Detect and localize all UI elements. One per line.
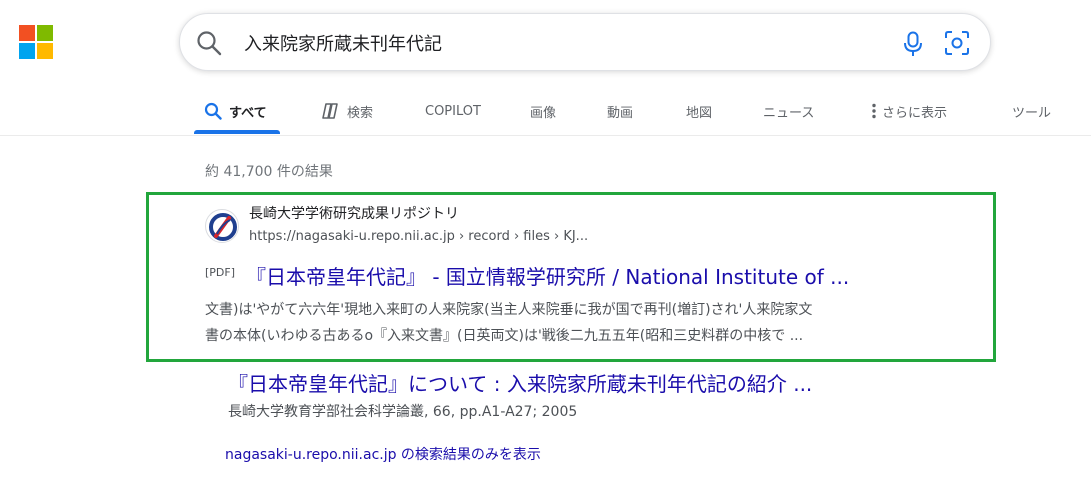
active-tab-indicator [194,130,280,134]
tab-label: COPILOT [425,103,481,119]
search-tabs: すべて 検索 COPILOT 画像 動画 地図 ニュース さらに表示 ツール [0,88,1091,136]
tab-copilot[interactable]: COPILOT [425,88,481,134]
search-box[interactable] [179,13,991,71]
tab-news[interactable]: ニュース [763,88,814,134]
tab-label: 地図 [686,105,713,121]
search-icon [204,102,222,120]
search-input[interactable] [244,26,884,60]
tab-more[interactable]: さらに表示 [872,88,947,134]
microphone-icon[interactable] [902,31,924,57]
snippet-line: 文書)は'やがて六六年'現地入来町の人来院家(当主人来院垂に我が国で再刊(増訂)… [205,302,813,318]
result-citation: 長崎大学教育学部社会科学論叢, 66, pp.A1-A27; 2005 [228,404,578,420]
tab-search[interactable]: 検索 [320,88,373,134]
file-type-badge: [PDF] [205,266,236,279]
tab-maps[interactable]: 地図 [686,88,712,134]
copilot-icon [322,103,338,119]
result-snippet: 文書)は'やがて六六年'現地入来町の人来院家(当主人来院垂に我が国で再刊(増訂)… [205,297,975,349]
result-url[interactable]: https://nagasaki-u.repo.nii.ac.jp › reco… [249,229,588,244]
logo-square-red [19,25,35,41]
tab-label: ツール [1012,105,1052,121]
tab-all[interactable]: すべて [204,88,267,134]
tab-label: 動画 [607,105,634,121]
logo-square-green [37,25,53,41]
tab-label: 検索 [347,105,374,121]
microsoft-logo[interactable] [19,25,54,60]
snippet-line: 書の本体(いわゆる古あるo『入来文書』(日英両文)は'戦後二九五五年(昭和三史料… [205,328,804,344]
site-only-results-link[interactable]: nagasaki-u.repo.nii.ac.jp の検索結果のみを表示 [225,444,541,464]
result-site-name[interactable]: 長崎大学学術研究成果リポジトリ [249,203,459,223]
tab-images[interactable]: 画像 [530,88,556,134]
tab-label: すべて [229,105,267,121]
visual-search-icon[interactable] [944,30,970,56]
logo-square-blue [19,43,35,59]
result-subtitle-link[interactable]: 『日本帝皇年代記』について : 入来院家所蔵未刊年代記の紹介 ... [228,368,968,397]
tab-label: さらに表示 [882,105,948,121]
result-count: 約 41,700 件の結果 [205,164,333,180]
tab-videos[interactable]: 動画 [607,88,633,134]
tab-tools[interactable]: ツール [1012,88,1051,134]
result-title-link[interactable]: 『日本帝皇年代記』 - 国立情報学研究所 / National Institut… [246,261,966,290]
more-vertical-icon [872,103,876,119]
logo-square-yellow [37,43,53,59]
site-favicon[interactable] [205,209,239,243]
search-icon[interactable] [196,30,222,56]
tab-label: ニュース [763,105,815,121]
tab-label: 画像 [530,105,557,121]
